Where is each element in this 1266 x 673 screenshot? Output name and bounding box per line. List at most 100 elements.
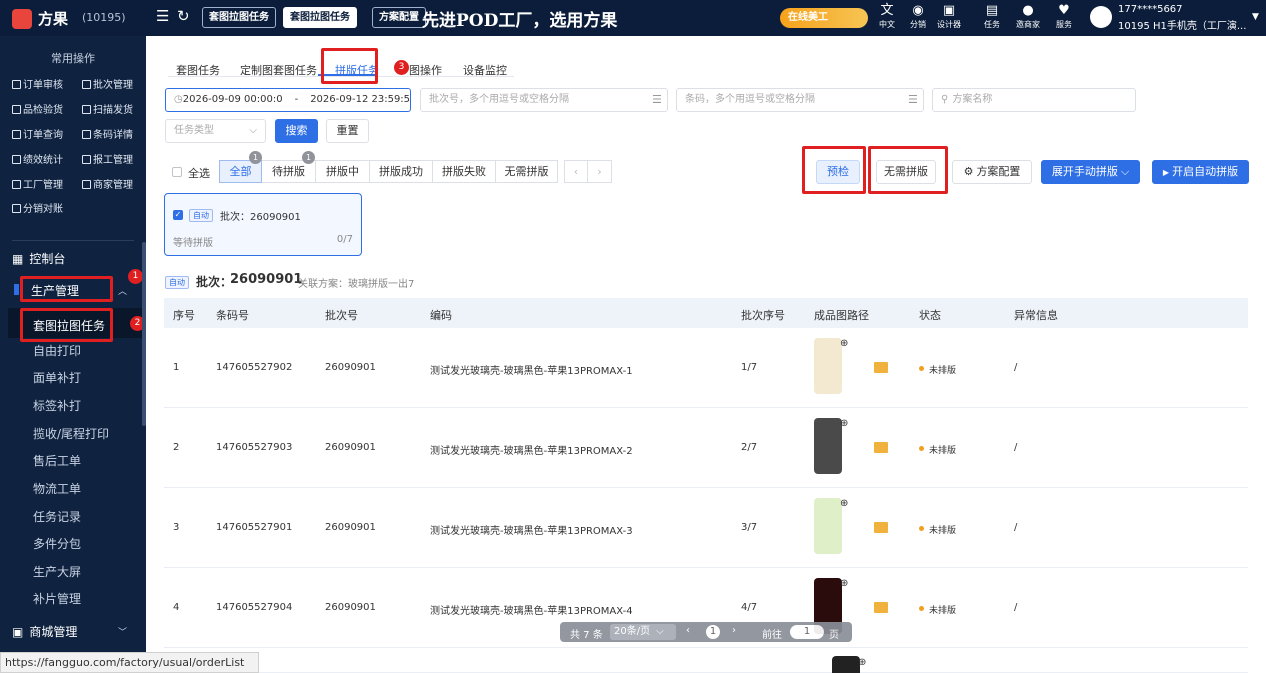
submenu-10[interactable]: 补片管理: [33, 590, 81, 607]
batch-card[interactable]: ✓ 自动 批次：26090901 等待拼版 0/7: [164, 193, 362, 256]
task-button[interactable]: ▤ 任务: [977, 3, 1007, 30]
refresh-icon[interactable]: ↻: [177, 7, 190, 25]
current-page[interactable]: 1: [706, 625, 720, 639]
submenu-5[interactable]: 售后工单: [33, 452, 81, 469]
reconcile-icon: [12, 204, 21, 213]
zoom-icon[interactable]: ⊕: [840, 498, 848, 509]
top-tab-0[interactable]: 套图拉图任务: [202, 7, 276, 28]
batch-search-input[interactable]: 批次号，多个用逗号或空格分隔: [420, 88, 668, 112]
folder-icon[interactable]: [874, 602, 888, 613]
pager-total: 共 7 条: [570, 630, 603, 641]
filter-no-need[interactable]: 无需拼版: [496, 160, 558, 183]
folder-icon[interactable]: [874, 362, 888, 373]
chevron-up-icon[interactable]: ︿: [118, 284, 127, 297]
thumbnail-image[interactable]: [814, 338, 842, 394]
cell-error: /: [1014, 522, 1018, 533]
quick-action-0-1[interactable]: 批次管理: [82, 76, 133, 91]
invite-button[interactable]: ● 邀商家: [1013, 3, 1043, 30]
cell-code: 测试发光玻璃壳-玻璃黑色-苹果13PROMAX-2: [430, 446, 633, 457]
zoom-icon[interactable]: ⊕: [840, 418, 848, 429]
zoom-icon[interactable]: ⊕: [840, 578, 848, 589]
top-tab-2[interactable]: 方案配置: [372, 7, 426, 28]
service-button[interactable]: ♥ 服务: [1049, 3, 1079, 30]
translate-icon: 文: [880, 3, 894, 18]
thumbnail-image[interactable]: [832, 656, 860, 673]
manual-imposition-button[interactable]: 展开手动拼版 ⌵: [1041, 160, 1140, 184]
thumbnail-image[interactable]: [814, 418, 842, 474]
task-type-select[interactable]: 任务类型 ⌵: [165, 119, 266, 143]
goto-input[interactable]: 1: [790, 625, 824, 639]
console-icon: ▦: [12, 252, 24, 266]
pager-prev-icon[interactable]: ‹: [686, 625, 690, 636]
batch-card-title: 批次：26090901: [220, 212, 301, 223]
batch-checkbox[interactable]: ✓: [173, 210, 183, 220]
filter-failed[interactable]: 拼版失败: [433, 160, 496, 183]
cell-seq: 1/7: [741, 362, 758, 373]
thumbnail-image[interactable]: [814, 498, 842, 554]
quick-action-3-0[interactable]: 绩效统计: [12, 151, 63, 166]
scan-icon: [82, 105, 91, 114]
search-button[interactable]: 搜索: [275, 119, 318, 143]
filter-success[interactable]: 拼版成功: [370, 160, 433, 183]
folder-icon[interactable]: [874, 442, 888, 453]
designer-button[interactable]: ▣ 设计器: [934, 3, 964, 30]
quick-action-4-0[interactable]: 工厂管理: [12, 176, 63, 191]
quick-action-1-0[interactable]: 品检验货: [12, 101, 63, 116]
batch-list-icon[interactable]: ☰: [652, 93, 662, 106]
next-arrow-icon[interactable]: ›: [588, 160, 612, 183]
cell-error: /: [1014, 442, 1018, 453]
table-row: 1 147605527902 26090901 测试发光玻璃壳-玻璃黑色-苹果13PR…: [164, 328, 1248, 408]
menu-mall[interactable]: ▣ 商城管理: [12, 623, 77, 640]
barcode-list-icon[interactable]: ☰: [908, 93, 918, 106]
auto-imposition-button[interactable]: ▶ 开启自动拼版: [1152, 160, 1249, 184]
barcode-search-input[interactable]: 条码，多个用逗号或空格分隔: [676, 88, 924, 112]
submenu-9[interactable]: 生产大屏: [33, 563, 81, 580]
promo-badge[interactable]: 在线美工: [780, 8, 868, 28]
quick-action-5-0[interactable]: 分销对账: [12, 200, 63, 215]
table-row: 3 147605527901 26090901 测试发光玻璃壳-玻璃黑色-苹果13PR…: [164, 488, 1248, 568]
quick-action-1-1[interactable]: 扫描发货: [82, 101, 133, 116]
menu-console[interactable]: ▦ 控制台: [12, 250, 65, 267]
menu-production[interactable]: 生产管理: [20, 276, 113, 302]
auto-tag: 自动: [189, 209, 213, 222]
folder-icon[interactable]: [874, 522, 888, 533]
plan-config-button[interactable]: ⚙ 方案配置: [952, 160, 1032, 184]
cell-status: 未排版: [929, 526, 957, 536]
reset-button[interactable]: 重置: [326, 119, 369, 143]
plan-name-input[interactable]: ⚲ 方案名称: [932, 88, 1136, 112]
top-tab-1[interactable]: 套图拉图任务: [283, 7, 357, 28]
zoom-icon[interactable]: ⊕: [840, 338, 848, 349]
submenu-3[interactable]: 标签补打: [33, 397, 81, 414]
chevron-down-icon[interactable]: ﹀: [118, 625, 127, 638]
menu-toggle-icon[interactable]: ☰: [156, 7, 169, 25]
page-size-select[interactable]: 20条/页 ⌵: [610, 624, 676, 640]
quick-action-0-0[interactable]: 订单审核: [12, 76, 63, 91]
submenu-6[interactable]: 物流工单: [33, 480, 81, 497]
slogan: 先进POD工厂，选用方果: [422, 11, 618, 31]
col-seq: 批次序号: [741, 309, 785, 322]
date-range-input[interactable]: ◷2026-09-09 00:00:0-2026-09-12 23:59:5: [165, 88, 411, 112]
pager-next-icon[interactable]: ›: [732, 625, 736, 636]
translate-button[interactable]: 文中文: [872, 3, 902, 30]
prev-arrow-icon[interactable]: ‹: [564, 160, 588, 183]
submenu-8[interactable]: 多件分包: [33, 535, 81, 552]
annotation-badge-1: 1: [128, 269, 143, 284]
submenu-7[interactable]: 任务记录: [33, 508, 81, 525]
quick-action-2-1[interactable]: 条码详情: [82, 126, 133, 141]
invite-icon: ●: [1022, 3, 1034, 18]
select-all-checkbox[interactable]: [172, 167, 182, 177]
avatar[interactable]: [1090, 6, 1112, 28]
distribution-button[interactable]: ◉ 分销: [903, 3, 933, 30]
submenu-1[interactable]: 自由打印: [33, 342, 81, 359]
user-dropdown-icon[interactable]: ▼: [1252, 12, 1259, 22]
annotation-box-precheck: [802, 146, 866, 194]
quick-action-3-1[interactable]: 报工管理: [82, 151, 133, 166]
submenu-active[interactable]: 套图拉图任务: [20, 308, 113, 342]
status-dot-icon: [919, 446, 924, 451]
zoom-icon[interactable]: ⊕: [858, 657, 866, 668]
filter-in-progress[interactable]: 拼版中: [316, 160, 370, 183]
quick-action-4-1[interactable]: 商家管理: [82, 176, 133, 191]
submenu-4[interactable]: 揽收/尾程打印: [33, 425, 109, 442]
quick-action-2-0[interactable]: 订单查询: [12, 126, 63, 141]
submenu-2[interactable]: 面单补打: [33, 369, 81, 386]
